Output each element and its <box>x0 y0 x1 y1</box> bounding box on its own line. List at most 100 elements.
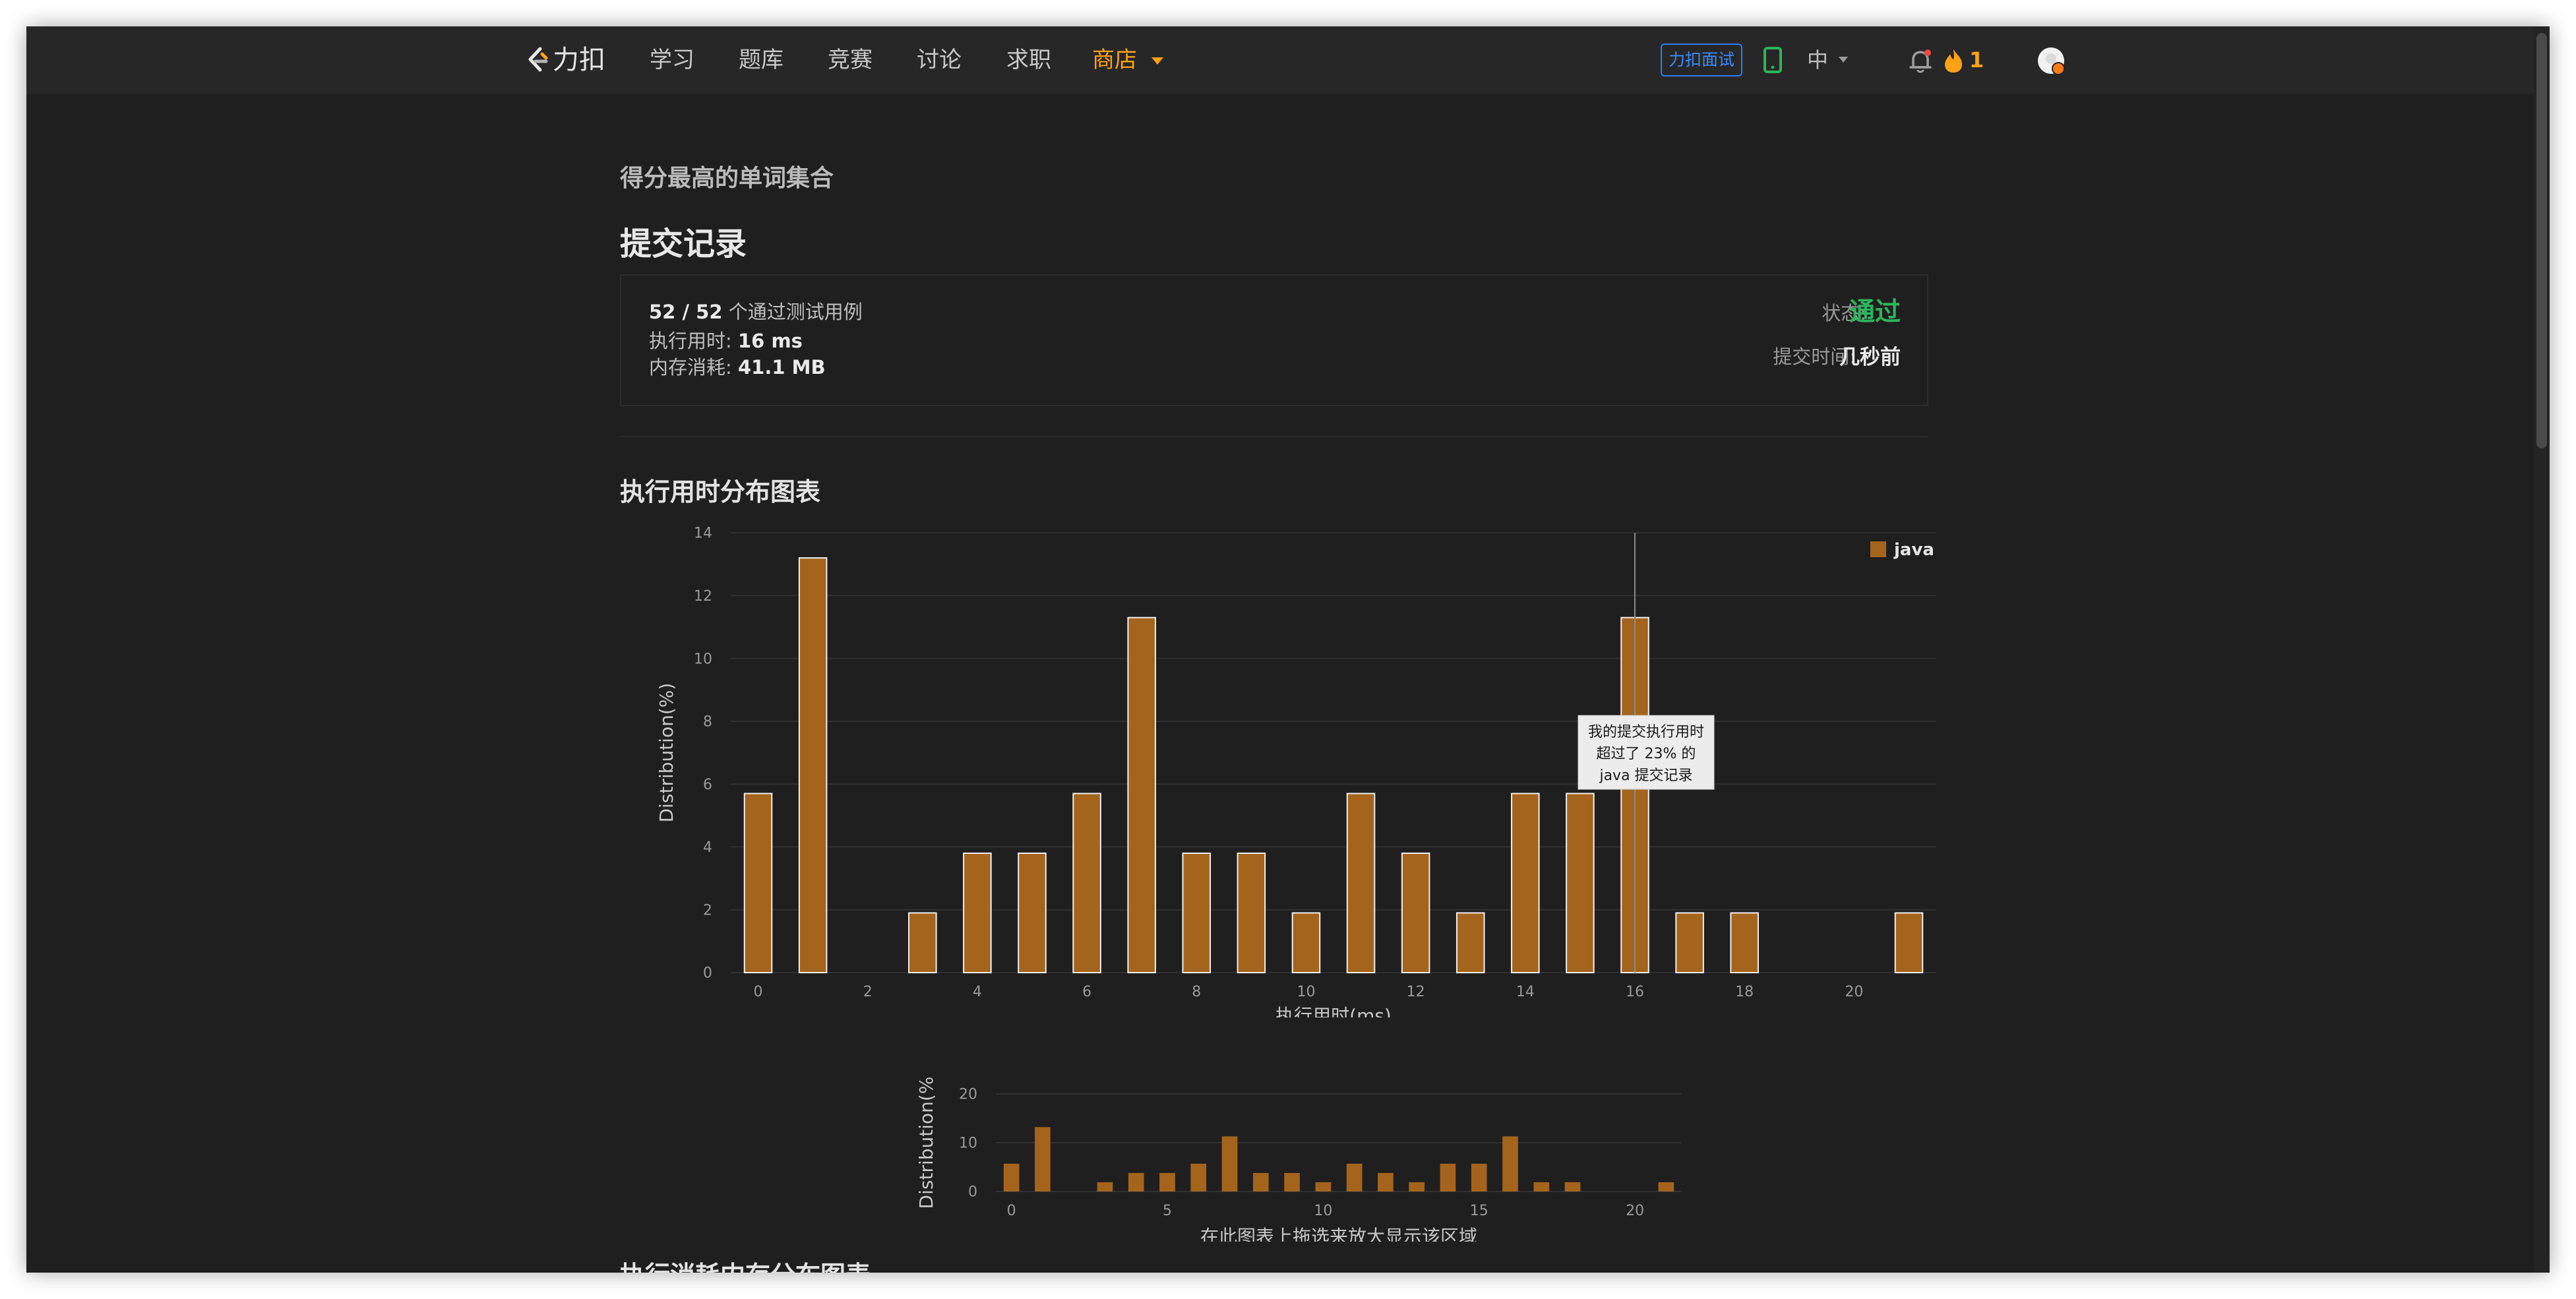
flame-icon[interactable] <box>1942 47 1965 74</box>
x-tick-label: 4 <box>973 984 982 1000</box>
legend-swatch <box>1870 541 1886 557</box>
bar <box>1237 852 1266 974</box>
y-tick-label: 4 <box>703 839 712 856</box>
y-tick-label: 0 <box>703 965 712 982</box>
testcase-line: 52 / 52 个通过测试用例 <box>649 297 863 324</box>
x-tick-label: 0 <box>754 984 763 1000</box>
runtime-value: 16 ms <box>738 330 803 352</box>
x-tick-label: 0 <box>1007 1203 1016 1219</box>
bar <box>1127 617 1156 973</box>
leetcode-logo-icon[interactable] <box>522 45 553 75</box>
x-tick-label: 10 <box>1297 984 1315 1000</box>
memory-label: 内存消耗: <box>649 356 732 378</box>
x-tick-label: 14 <box>1516 984 1535 1000</box>
bar <box>1018 852 1047 974</box>
bar <box>798 557 828 974</box>
x-tick-label: 6 <box>1082 984 1091 1000</box>
bar <box>1182 852 1211 974</box>
bar <box>1401 852 1430 974</box>
y-tick-label: 10 <box>959 1135 977 1152</box>
bar <box>1409 1182 1425 1192</box>
nav-item-jobs[interactable]: 求职 <box>1006 26 1051 94</box>
problem-title[interactable]: 得分最高的单词集合 <box>620 159 834 193</box>
x-tick-label: 15 <box>1470 1203 1488 1219</box>
x-tick-label: 18 <box>1735 984 1754 1000</box>
bar <box>1533 1182 1550 1192</box>
bar <box>1003 1163 1020 1192</box>
y-tick-label: 20 <box>959 1087 977 1103</box>
x-axis-label: 在此图表上拖选来放大显示该区域 <box>1200 1226 1477 1242</box>
brand-name[interactable]: 力扣 <box>553 26 605 94</box>
runtime-chart-title: 执行用时分布图表 <box>620 477 821 506</box>
bar <box>1511 793 1540 973</box>
runtime-overview-chart[interactable]: 0 10 20 0 5 10 15 20 在此图表上拖选来放大显示该区域 Distribution… <box>620 1044 1939 1242</box>
y-tick-label: 2 <box>703 902 712 919</box>
top-navbar: 力扣 学习 题库 竞赛 讨论 求职 商店 力扣面试 中 1 <box>26 26 2550 94</box>
bar <box>908 912 937 974</box>
tooltip-line: 我的提交执行用时 <box>1588 724 1704 740</box>
nav-item-problems[interactable]: 题库 <box>739 26 783 94</box>
bar <box>1471 1163 1487 1192</box>
bar <box>1315 1182 1332 1192</box>
runtime-line: 执行用时: 16 ms <box>649 326 803 353</box>
bar <box>1675 912 1704 974</box>
bar <box>1284 1172 1300 1192</box>
testcase-count: 52 / 52 <box>649 301 723 323</box>
language-chevron-icon[interactable] <box>1839 57 1848 63</box>
y-tick-label: 14 <box>694 526 712 542</box>
bar <box>1159 1172 1175 1192</box>
interview-button[interactable]: 力扣面试 <box>1661 44 1742 76</box>
y-tick-label: 12 <box>694 588 712 605</box>
x-tick-label: 8 <box>1192 984 1201 1000</box>
bar <box>1502 1136 1518 1192</box>
tablet-icon[interactable] <box>1763 47 1782 73</box>
x-tick-label: 12 <box>1407 984 1425 1000</box>
nav-item-discuss[interactable]: 讨论 <box>917 26 962 94</box>
x-tick-label: 20 <box>1626 1203 1644 1219</box>
legend-label: java <box>1893 540 1934 560</box>
testcase-suffix: 个通过测试用例 <box>728 301 863 323</box>
y-tick-label: 0 <box>968 1184 977 1201</box>
bar <box>1097 1182 1113 1192</box>
scrollbar-thumb[interactable] <box>2536 33 2547 448</box>
bar <box>743 793 773 973</box>
bar <box>1035 1127 1051 1192</box>
bar <box>963 852 992 974</box>
bar <box>1128 1172 1144 1192</box>
bar <box>1346 1163 1363 1192</box>
y-tick-label: 8 <box>703 714 712 731</box>
bar <box>1440 1163 1456 1192</box>
nav-item-contest[interactable]: 竞赛 <box>828 26 873 94</box>
runtime-label: 执行用时: <box>649 330 732 352</box>
section-divider <box>620 436 1928 437</box>
streak-count[interactable]: 1 <box>1969 26 1984 94</box>
bell-icon[interactable] <box>1908 47 1933 74</box>
avatar[interactable] <box>2037 46 2067 76</box>
y-axis-label: Distribution(% <box>915 1077 937 1209</box>
submission-result-card: 52 / 52 个通过测试用例 执行用时: 16 ms 内存消耗: 41.1 M… <box>620 274 1928 406</box>
x-tick-label: 20 <box>1845 984 1863 1000</box>
bar <box>1566 793 1595 973</box>
bar <box>1658 1182 1674 1192</box>
x-tick-label: 2 <box>863 984 873 1000</box>
bar <box>1190 1163 1207 1192</box>
bar <box>1564 1182 1581 1192</box>
bar <box>1456 912 1485 974</box>
chevron-down-icon[interactable] <box>1151 57 1163 65</box>
bar <box>1730 912 1759 974</box>
memory-line: 内存消耗: 41.1 MB <box>649 352 826 380</box>
nav-item-learn[interactable]: 学习 <box>650 26 694 94</box>
y-tick-label: 6 <box>703 777 712 793</box>
x-axis-label: 执行用时(ms) <box>1275 1005 1392 1017</box>
x-tick-label: 10 <box>1314 1203 1332 1219</box>
bar <box>1291 912 1321 974</box>
browser-window: 力扣 学习 题库 竞赛 讨论 求职 商店 力扣面试 中 1 得分最高的单词集合 … <box>26 26 2550 1273</box>
language-selector[interactable]: 中 <box>1807 26 1828 94</box>
submit-time-value: 几秒前 <box>1839 346 1901 369</box>
memory-chart-title: 执行消耗内存分布图表 <box>620 1255 871 1273</box>
y-axis-label: Distribution(%) <box>656 683 677 823</box>
y-tick-label: 10 <box>694 651 712 667</box>
nav-item-store[interactable]: 商店 <box>1092 26 1137 94</box>
runtime-distribution-chart[interactable]: 0 2 4 6 8 10 12 14 0 2 4 6 8 10 12 14 16 18 20 执行用时(ms) Dist… <box>620 503 1939 1017</box>
bar <box>1221 1136 1238 1192</box>
